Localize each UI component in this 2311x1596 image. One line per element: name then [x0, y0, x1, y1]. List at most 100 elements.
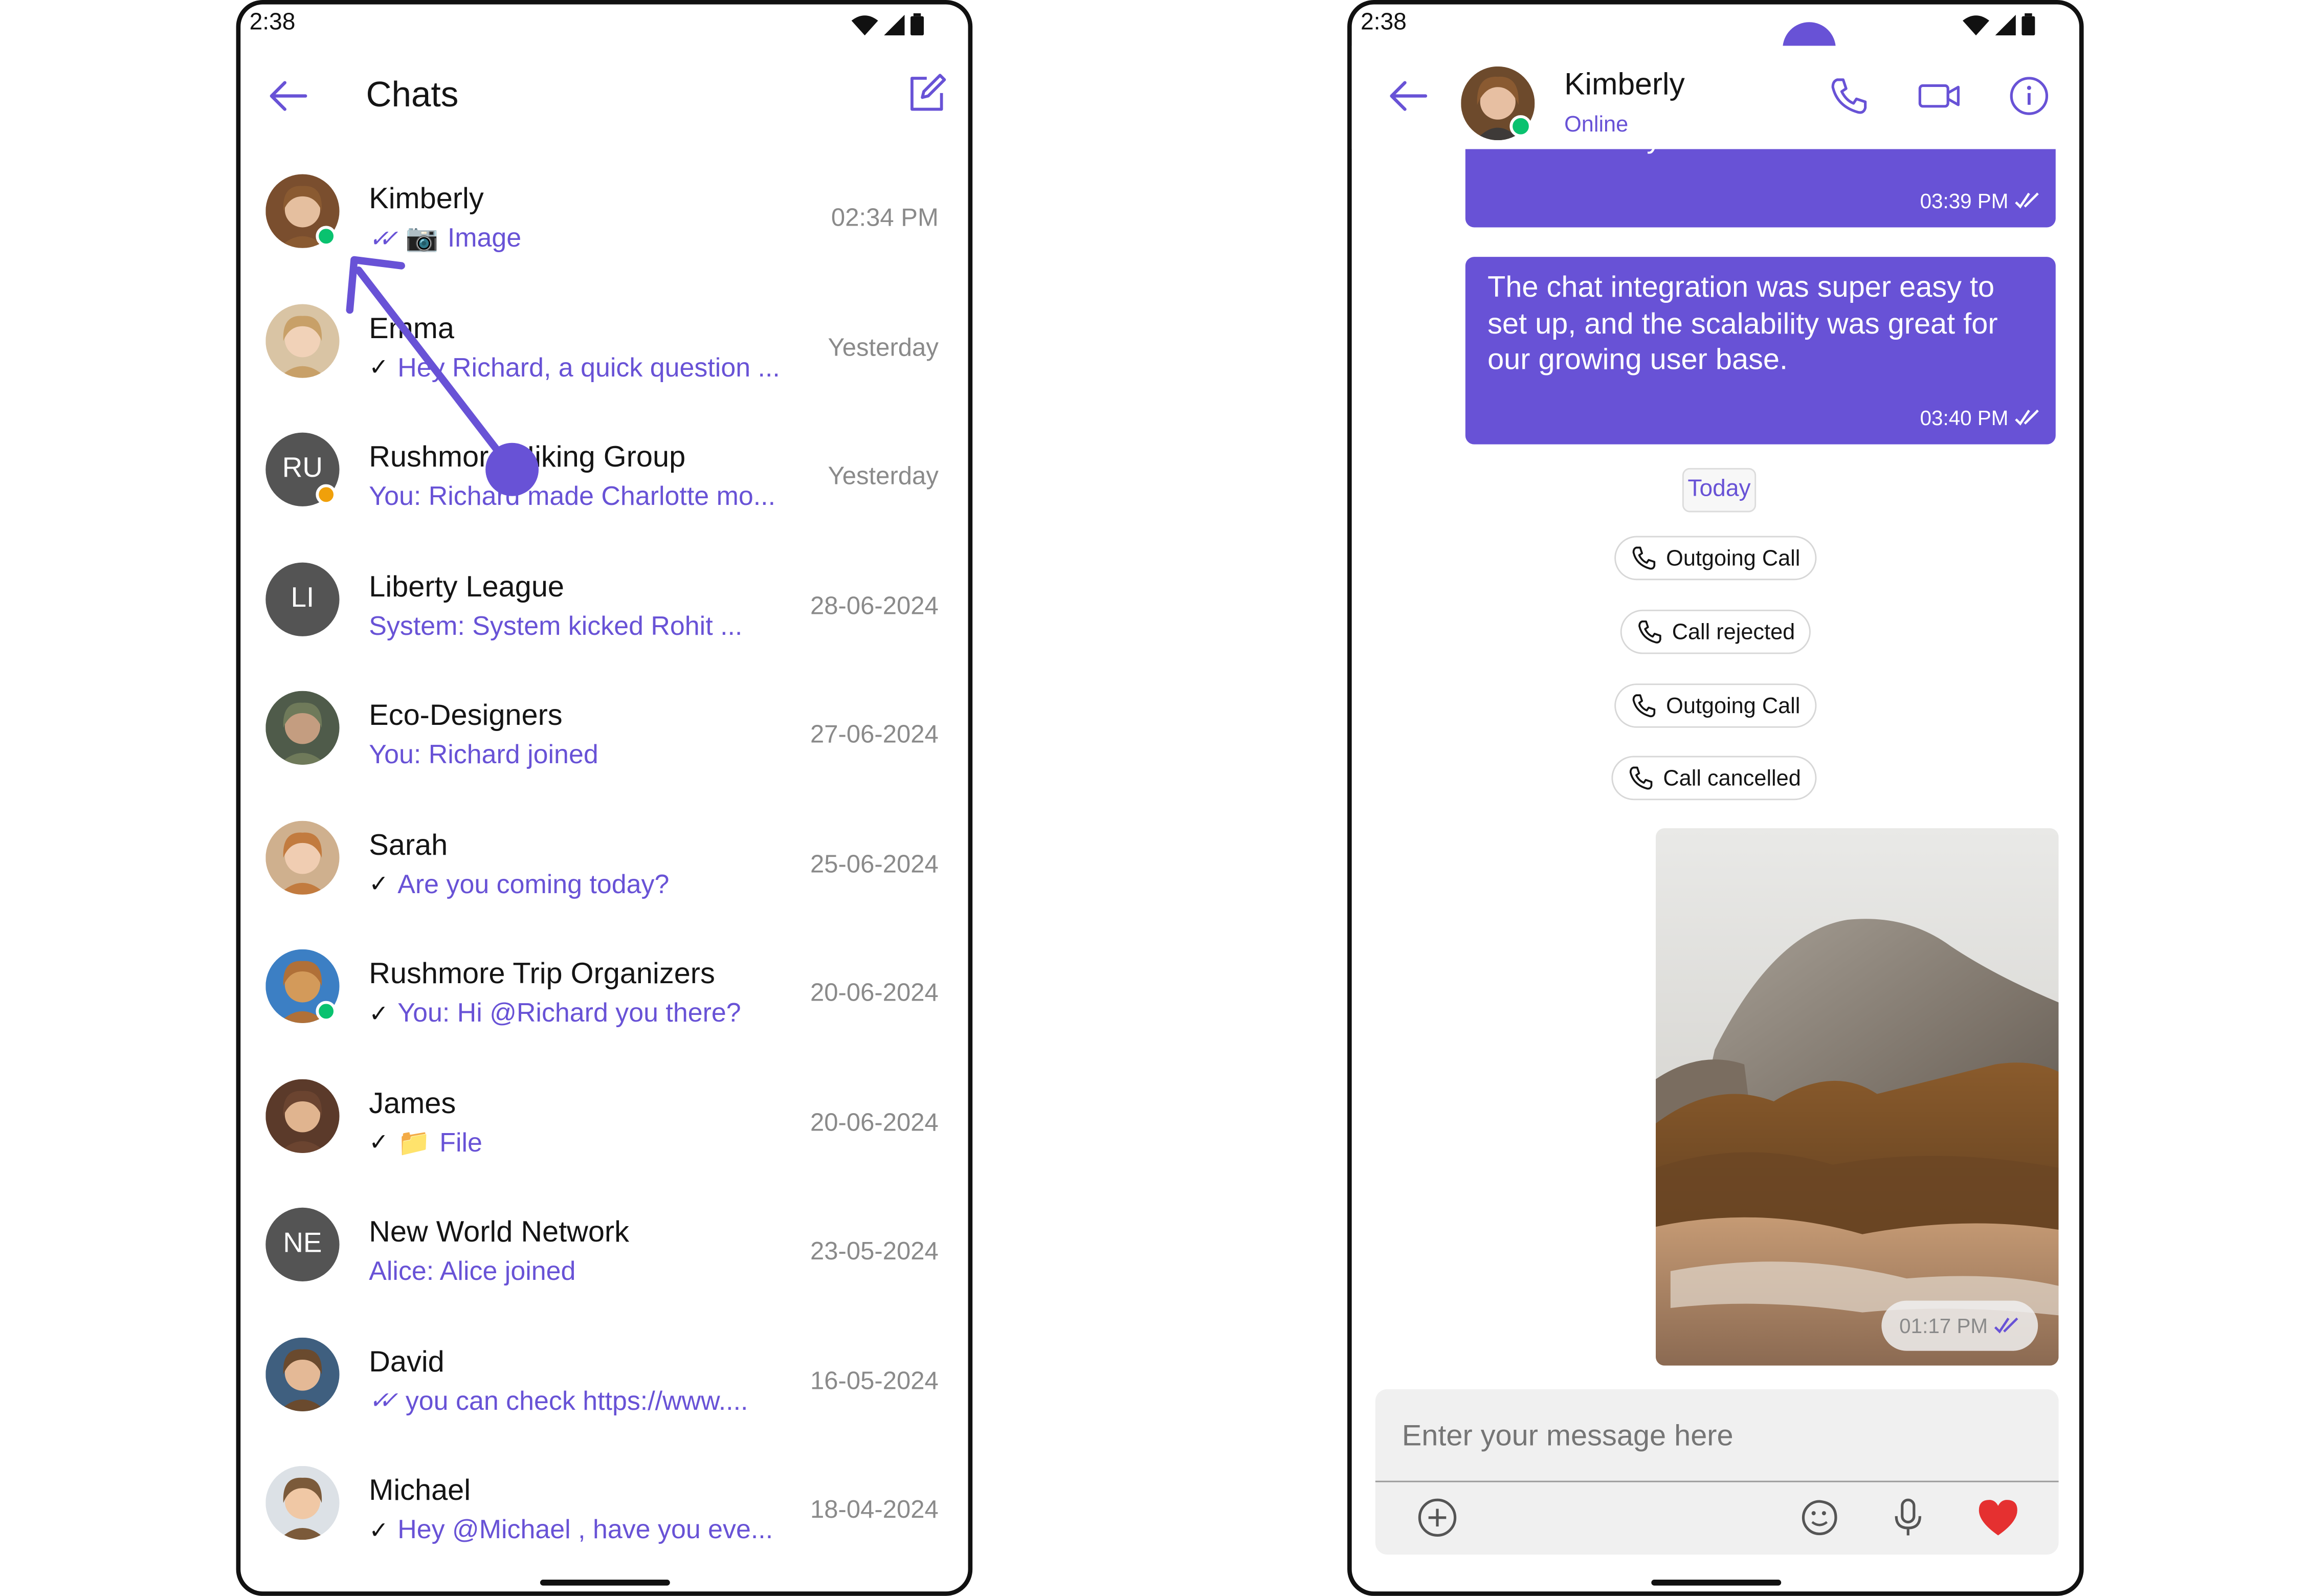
- contact-name: Kimberly: [1564, 68, 1685, 102]
- phone-icon[interactable]: [1829, 75, 1870, 117]
- chat-list-item[interactable]: RU Rushmore Hiking Group You: Richard made…: [240, 408, 968, 536]
- chat-last-message: ✓✓ you can check https://www....: [369, 1386, 748, 1417]
- chat-last-message: ✓✓ 📷 Image: [369, 223, 521, 254]
- avatar-photo: [265, 820, 340, 894]
- arrow-left-icon[interactable]: [267, 78, 308, 114]
- online-status-dot: [316, 226, 337, 247]
- call-log-label: Outgoing Call: [1666, 693, 1801, 719]
- chat-preview-text: You: Richard joined: [369, 739, 598, 769]
- call-log-item[interactable]: Outgoing Call: [1614, 536, 1817, 581]
- chat-preview-text: System: System kicked Rohit ...: [369, 610, 743, 640]
- chat-list-item[interactable]: Eco-Designers You: Richard joined 27-06-20…: [240, 666, 968, 794]
- sent-receipt-icon: ✓: [369, 1518, 389, 1544]
- chat-list-item[interactable]: David ✓✓ you can check https://www.... 16-0…: [240, 1312, 968, 1440]
- chat-name: Eco-Designers: [369, 699, 563, 733]
- message-time-label: 03:39 PM: [1920, 189, 2009, 213]
- chat-list-item[interactable]: James ✓ 📁 File 20-06-2024: [240, 1053, 968, 1182]
- microphone-icon[interactable]: [1891, 1497, 1926, 1538]
- read-receipt-icon: ✓✓: [369, 227, 398, 252]
- chat-timestamp: 23-05-2024: [810, 1237, 939, 1266]
- video-icon[interactable]: [1917, 75, 1962, 117]
- chat-preview-text: File: [439, 1127, 482, 1157]
- call-log-item[interactable]: Call rejected: [1620, 609, 1811, 654]
- avatar: [265, 820, 340, 894]
- avatar-photo: [265, 303, 340, 378]
- chat-list-item[interactable]: Michael ✓ Hey @Michael , have you eve... 18…: [240, 1441, 968, 1569]
- chat-timestamp: 25-06-2024: [810, 849, 939, 878]
- call-log-item[interactable]: Outgoing Call: [1614, 683, 1817, 728]
- chat-timestamp: 18-04-2024: [810, 1495, 939, 1524]
- folder-icon: 📁: [397, 1127, 431, 1157]
- heart-icon[interactable]: [1976, 1497, 2020, 1538]
- date-separator: Today: [1682, 468, 1757, 513]
- sent-receipt-icon: ✓: [369, 872, 389, 898]
- chat-name: Michael: [369, 1475, 471, 1508]
- status-icons: [851, 13, 924, 36]
- chat-timestamp: 28-06-2024: [810, 591, 939, 619]
- avatar-photo: [265, 1337, 340, 1411]
- message-input[interactable]: [1398, 1418, 2025, 1456]
- status-bar: 2:38: [1352, 5, 2079, 46]
- status-icons: [1963, 13, 2035, 36]
- chat-list-item[interactable]: Kimberly ✓✓ 📷 Image 02:34 PM: [240, 149, 968, 277]
- chat-name: Rushmore Hiking Group: [369, 441, 686, 474]
- chats-screen: 2:38 Chats Kimberly ✓✓ 📷 Image 02:34 PM Emma ✓…: [236, 0, 973, 1596]
- chat-list-item[interactable]: Emma ✓ Hey Richard, a quick question ... Ye…: [240, 278, 968, 407]
- chat-list-item[interactable]: Sarah ✓ Are you coming today? 25-06-2024: [240, 795, 968, 923]
- message-composer: [1375, 1389, 2059, 1555]
- read-receipt-icon: [2015, 409, 2039, 426]
- chat-preview-text: Image: [447, 223, 522, 253]
- avatar-photo: [265, 1466, 340, 1540]
- sticker-icon[interactable]: [1799, 1497, 1840, 1538]
- chat-timestamp: Yesterday: [828, 332, 939, 361]
- avatar: [265, 691, 340, 765]
- chat-name: Emma: [369, 312, 454, 345]
- home-indicator[interactable]: [1650, 1580, 1781, 1586]
- avatar: [265, 1078, 340, 1152]
- call-log-label: Outgoing Call: [1666, 545, 1801, 571]
- chat-list-item[interactable]: Rushmore Trip Organizers ✓ You: Hi @Richar…: [240, 924, 968, 1053]
- image-time-label: 01:17 PM: [1899, 1314, 1988, 1338]
- conversation-screen: 2:38 worked really well. 03:39 PM The ch…: [1347, 0, 2084, 1596]
- chat-name: Liberty League: [369, 570, 565, 603]
- wifi-icon: [1963, 14, 1989, 35]
- nav-bar: [1352, 1565, 2079, 1591]
- private-group-lock-icon: [316, 484, 337, 505]
- sent-receipt-icon: ✓: [369, 1002, 389, 1027]
- chats-header: Chats: [240, 49, 968, 143]
- avatar-photo: [265, 1078, 340, 1152]
- home-indicator[interactable]: [539, 1580, 670, 1586]
- battery-icon: [910, 13, 924, 36]
- chat-preview-text: Alice: Alice joined: [369, 1256, 576, 1286]
- status-time: 2:38: [249, 10, 296, 36]
- add-attachment-icon[interactable]: [1417, 1497, 1458, 1538]
- signal-icon: [1995, 14, 2016, 35]
- avatar: [265, 303, 340, 378]
- message-text: The chat integration was super easy to s…: [1487, 272, 1998, 376]
- chat-last-message: ✓ Hey Richard, a quick question ...: [369, 352, 780, 383]
- header-actions: [1829, 75, 2050, 117]
- chat-name: James: [369, 1087, 456, 1120]
- chat-preview-text: You: Richard made Charlotte mo...: [369, 481, 776, 511]
- call-log-label: Call rejected: [1672, 619, 1795, 645]
- wifi-icon: [851, 14, 878, 35]
- arrow-left-icon[interactable]: [1387, 78, 1429, 114]
- composer-actions: [1799, 1497, 2020, 1538]
- chat-preview-text: Are you coming today?: [397, 869, 670, 899]
- call-log-item[interactable]: Call cancelled: [1611, 756, 1817, 801]
- chat-timestamp: Yesterday: [828, 462, 939, 491]
- chat-preview-text: You: Hi @Richard you there?: [397, 997, 741, 1028]
- chat-last-message: You: Richard joined: [369, 740, 598, 771]
- image-message[interactable]: 01:17 PM: [1655, 828, 2059, 1366]
- message-bubble[interactable]: The chat integration was super easy to s…: [1465, 257, 2056, 445]
- chat-list-item[interactable]: LI Liberty League System: System kicked Ro…: [240, 537, 968, 665]
- chat-name: New World Network: [369, 1216, 630, 1249]
- chat-timestamp: 27-06-2024: [810, 720, 939, 749]
- chat-list-item[interactable]: NE New World Network Alice: Alice joined 23…: [240, 1183, 968, 1311]
- message-time: 03:39 PM: [1920, 189, 2041, 213]
- info-icon[interactable]: [2008, 75, 2050, 117]
- sent-receipt-icon: ✓: [369, 356, 389, 381]
- compose-icon[interactable]: [906, 72, 947, 114]
- camera-icon: 📷: [405, 223, 439, 253]
- chat-timestamp: 16-05-2024: [810, 1366, 939, 1394]
